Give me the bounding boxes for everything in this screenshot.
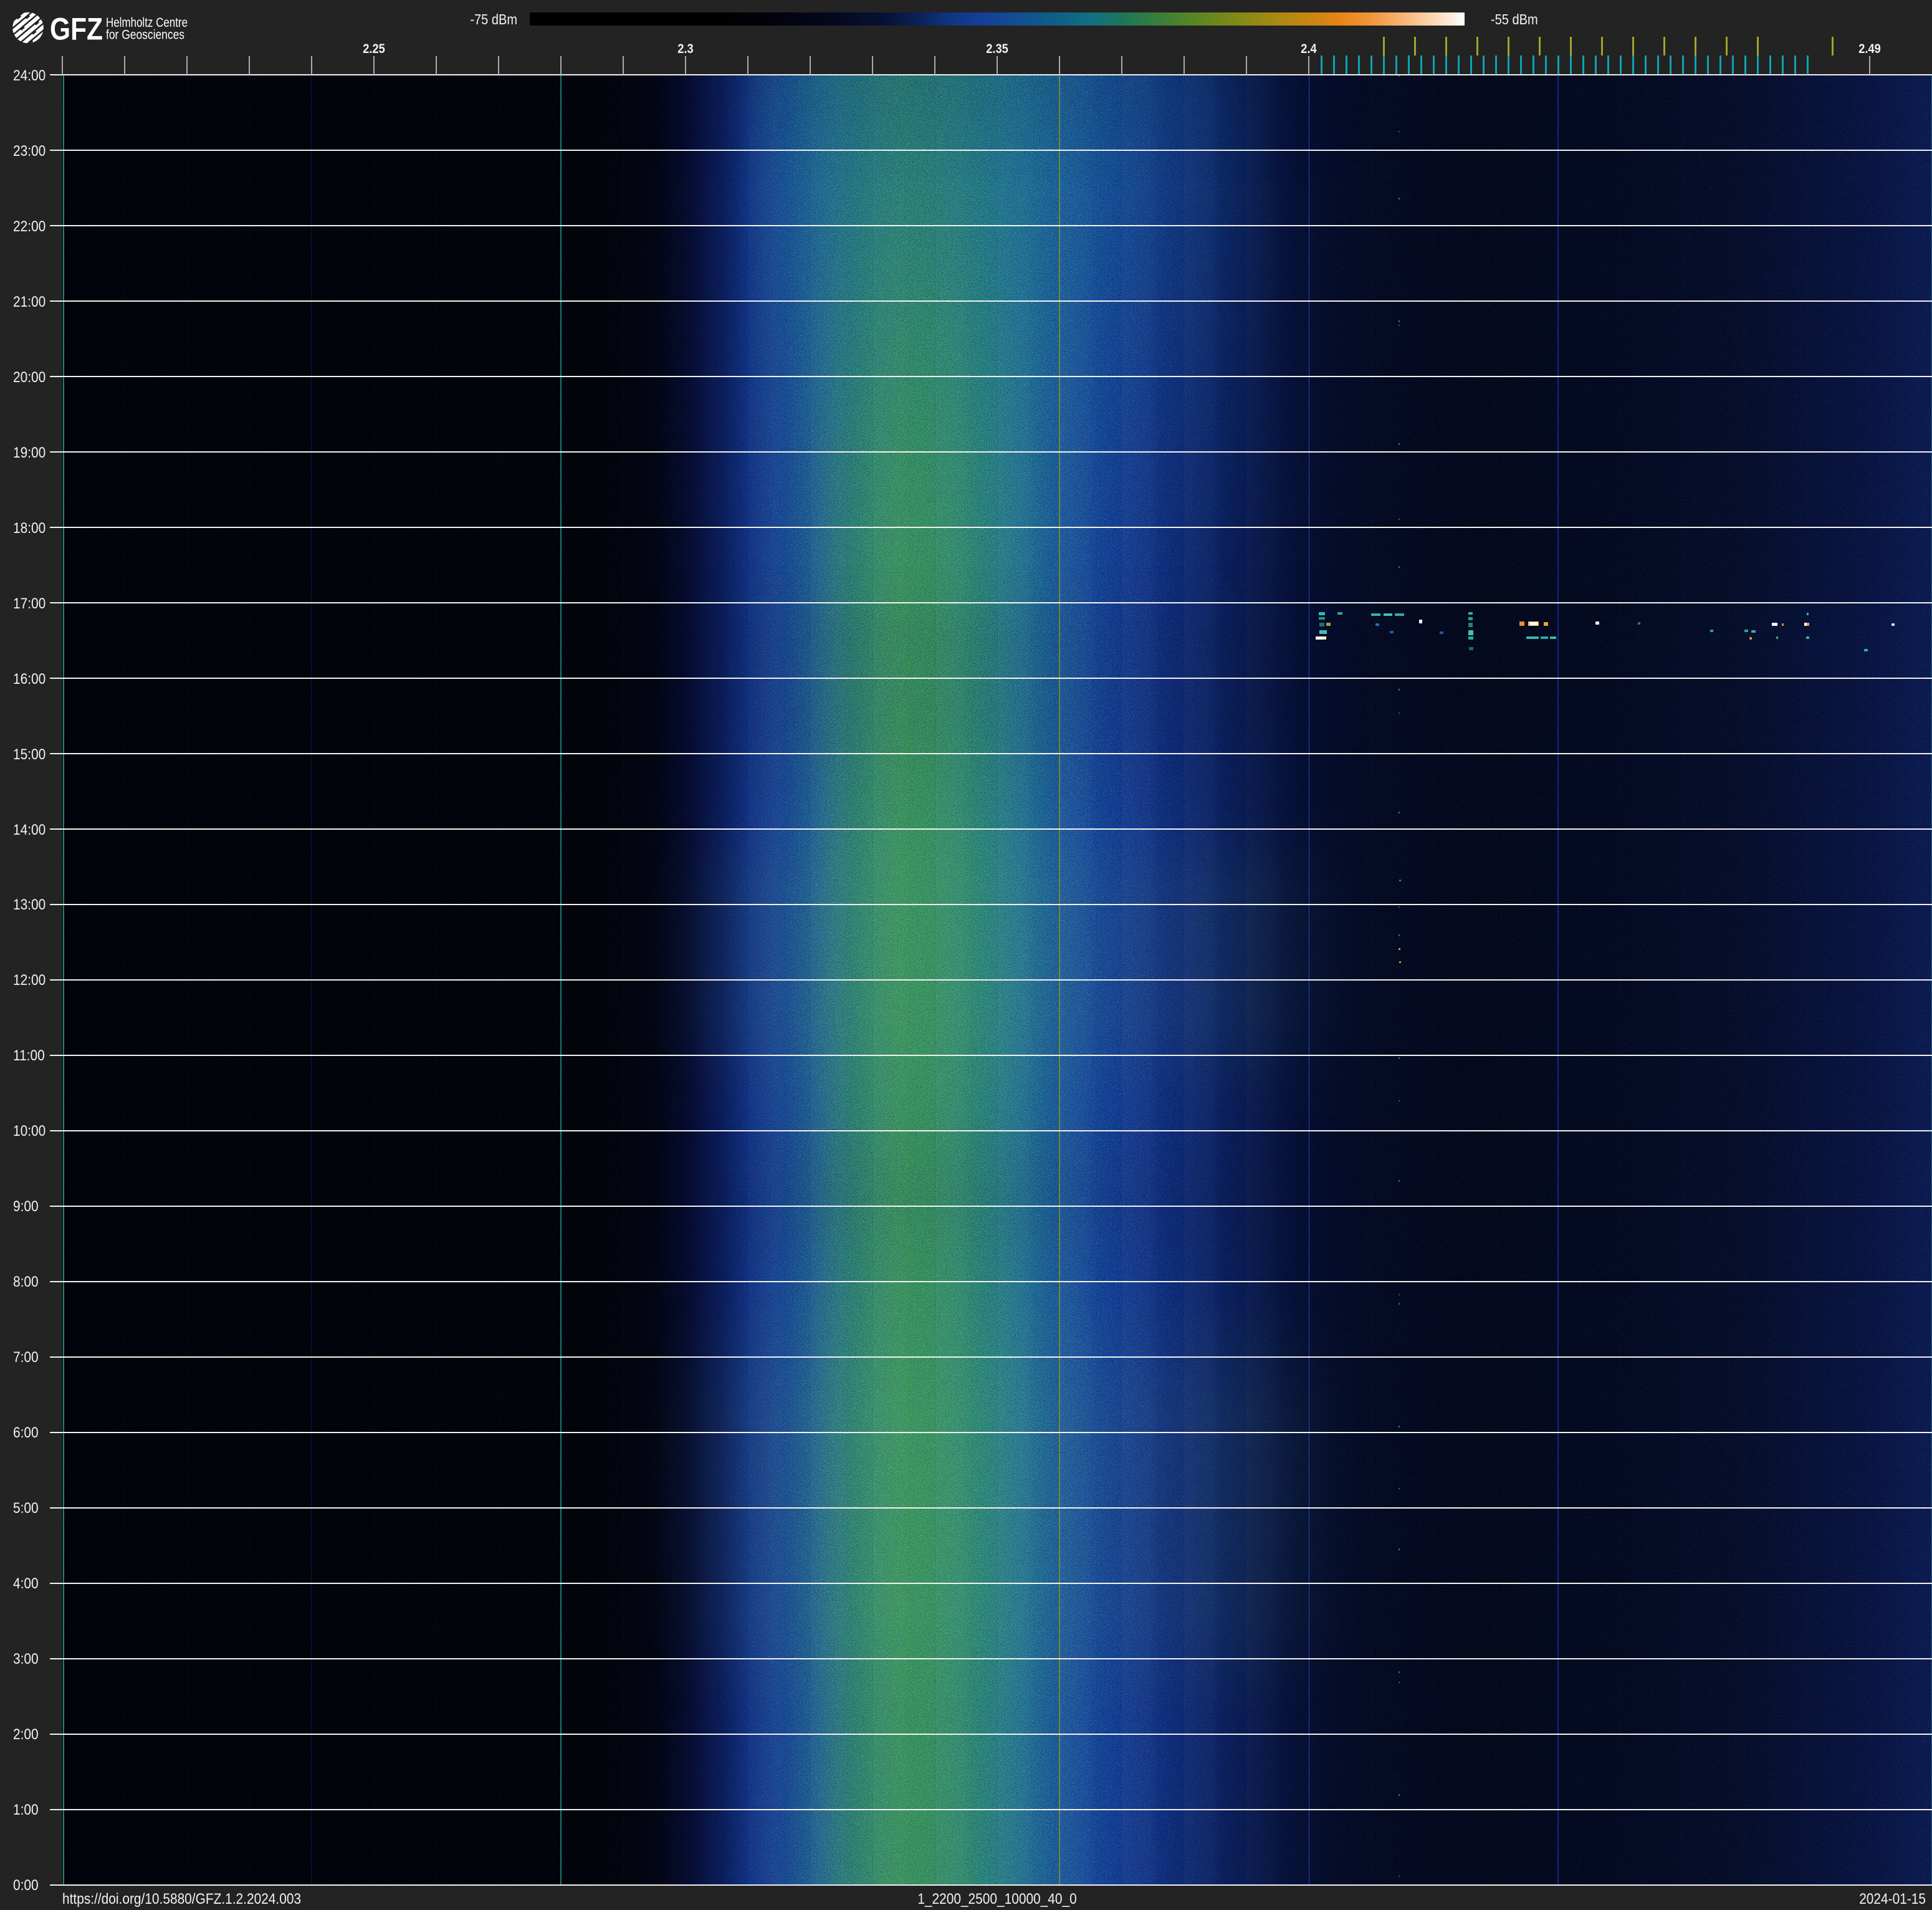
- svg-text:for Geosciences: for Geosciences: [106, 27, 184, 42]
- svg-text:GFZ: GFZ: [50, 12, 103, 47]
